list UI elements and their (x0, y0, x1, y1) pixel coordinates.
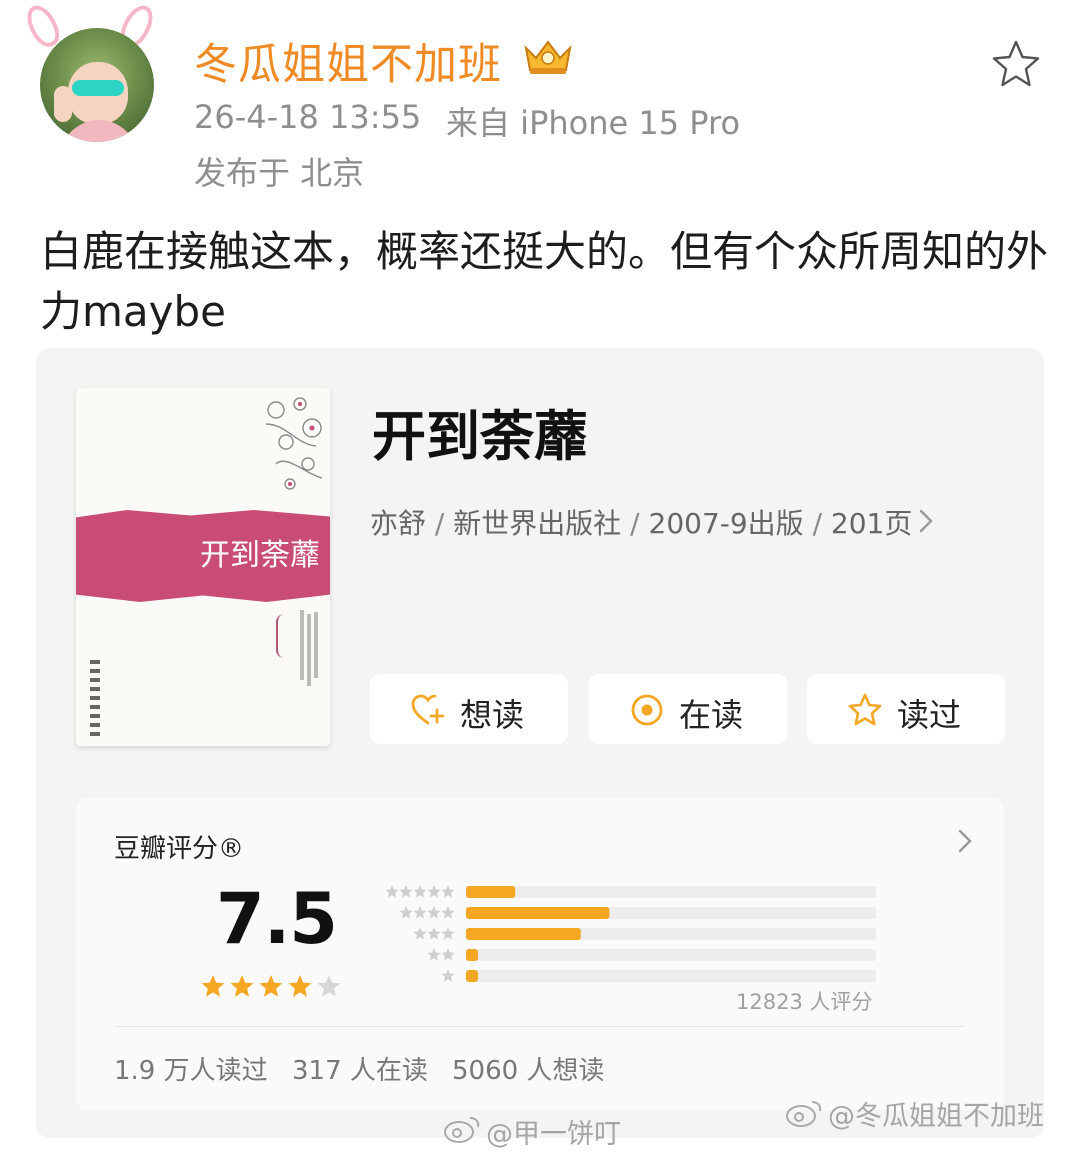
dist-bar-2-star (466, 949, 478, 961)
dist-star (441, 927, 455, 940)
book-title[interactable]: 开到荼蘼 (372, 392, 588, 471)
want-to-read-button[interactable]: 想读 (370, 674, 568, 744)
rating-count: 12823 人评分 (736, 990, 873, 1014)
want-to-read-label: 想读 (460, 696, 525, 734)
score-star-2 (230, 975, 254, 997)
dist-star (441, 969, 455, 982)
dist-bar-4-star (466, 907, 610, 919)
dist-bar-5-star (466, 886, 516, 898)
stat-read[interactable]: 1.9 万人读过 (114, 1050, 268, 1087)
heart-plus-icon (411, 694, 445, 725)
username[interactable]: 冬瓜姐姐不加班 (194, 30, 502, 92)
post-timestamp: 26-4-18 13:55 (194, 98, 422, 136)
star-outline-icon (848, 693, 882, 726)
post-text: 白鹿在接触这本，概率还挺大的。但有个众所周知的外力maybe (40, 227, 1049, 336)
rating-distribution (385, 885, 876, 982)
rating-panel[interactable]: 豆瓣评分® 7.5 12823 人评分 1.9 万人读过 317 人在读 506… (76, 798, 1004, 1110)
dist-star (413, 906, 427, 919)
cover-publisher-mark (90, 660, 100, 740)
reading-button[interactable]: 在读 (589, 674, 787, 744)
meta-separator: / (621, 507, 649, 540)
dist-star (427, 906, 441, 919)
score-star-3 (259, 975, 283, 997)
crown-badge-icon[interactable] (520, 36, 576, 76)
avatar-body (60, 120, 138, 142)
book-card[interactable]: 开到荼蘼 开到荼蘼 亦舒 / 新世界出版社 / 2007-9出版 / 201页 … (36, 348, 1044, 1138)
cover-title: 开到荼蘼 (200, 538, 320, 573)
score-star-5 (317, 975, 341, 997)
book-publisher: 新世界出版社 (453, 507, 622, 540)
dist-star (399, 885, 413, 898)
stat-want[interactable]: 5060 人想读 (452, 1050, 604, 1087)
book-published: 2007-9出版 (648, 507, 804, 540)
dist-star (427, 885, 441, 898)
watermark-left: @甲一饼叮 (486, 1119, 621, 1150)
dist-bar-1-star (466, 970, 478, 982)
have-read-button[interactable]: 读过 (807, 674, 1005, 744)
meta-separator: / (803, 507, 831, 540)
stat-reading[interactable]: 317 人在读 (292, 1050, 428, 1087)
cover-author-mark (276, 614, 292, 658)
post-source: 来自 iPhone 15 Pro (446, 104, 741, 142)
dist-star (399, 906, 413, 919)
rating-title: 豆瓣评分® (114, 834, 245, 864)
dist-star (441, 906, 455, 919)
book-meta[interactable]: 亦舒 / 新世界出版社 / 2007-9出版 / 201页 (370, 502, 912, 542)
reading-label: 在读 (679, 696, 744, 734)
dist-bar-track (466, 970, 876, 982)
cover-flower-ornament (265, 397, 323, 490)
dist-bar-track (466, 949, 876, 961)
book-cover[interactable]: 开到荼蘼 (76, 388, 330, 746)
target-circle-icon (631, 694, 663, 726)
dist-star (427, 927, 441, 940)
rating-score: 7.5 (216, 878, 338, 960)
dist-star (441, 885, 455, 898)
avatar[interactable] (40, 28, 154, 142)
score-star-1 (201, 975, 225, 997)
cover-text-block (300, 610, 318, 686)
avatar-glasses (72, 80, 124, 96)
book-pages: 201页 (830, 507, 913, 540)
score-star-4 (288, 975, 312, 997)
book-author: 亦舒 (370, 507, 427, 540)
favorite-star-icon[interactable] (990, 38, 1042, 90)
dist-star (385, 885, 399, 898)
dist-bar-track (466, 886, 876, 898)
watermark-right: @冬瓜姐姐不加班 (828, 1101, 1044, 1132)
have-read-label: 读过 (897, 696, 962, 734)
dist-star (413, 927, 427, 940)
meta-separator: / (426, 507, 454, 540)
dist-bar-3-star (466, 928, 581, 940)
dist-star (441, 948, 455, 961)
dist-star (413, 885, 427, 898)
divider (114, 1026, 964, 1027)
score-stars (201, 975, 341, 997)
chevron-right-icon[interactable] (916, 508, 936, 534)
post-location: 发布于 北京 (194, 154, 365, 192)
chevron-right-icon[interactable] (956, 828, 974, 854)
dist-star (427, 948, 441, 961)
